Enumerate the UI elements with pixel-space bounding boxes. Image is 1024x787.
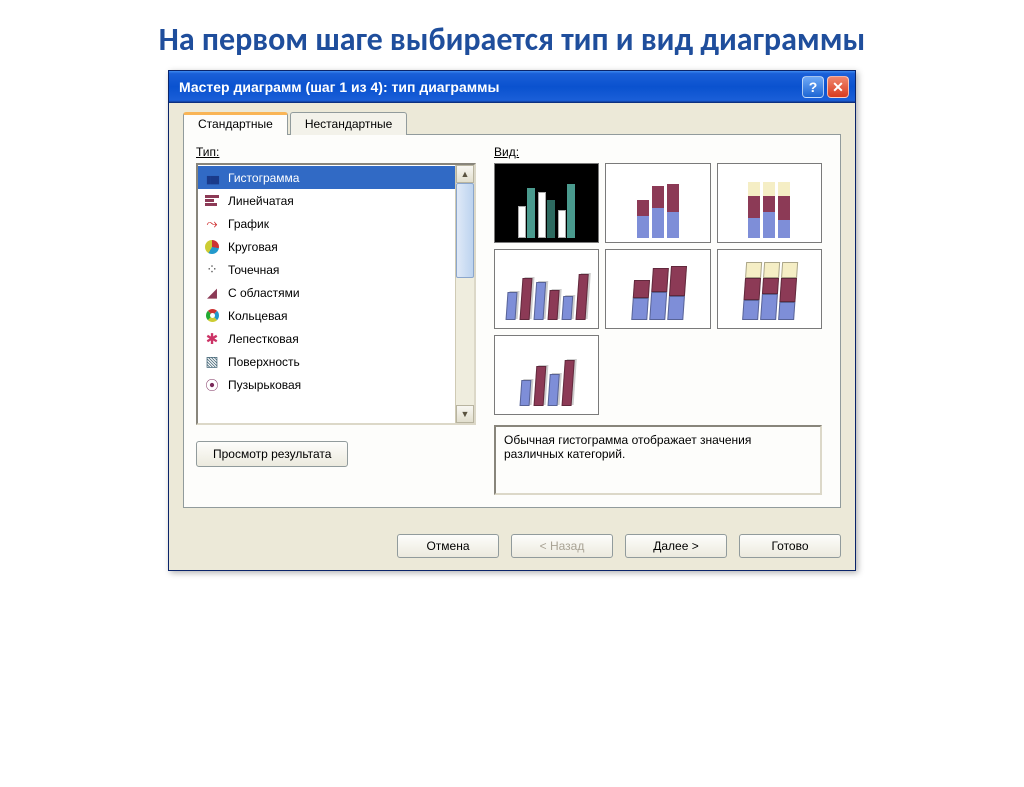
subtype-3d-stacked-column[interactable]: [605, 249, 710, 329]
surface-icon: [202, 353, 222, 371]
type-item-donut[interactable]: Кольцевая: [198, 304, 455, 327]
titlebar[interactable]: Мастер диаграмм (шаг 1 из 4): тип диагра…: [169, 71, 855, 103]
cancel-button[interactable]: Отмена: [397, 534, 499, 558]
type-item-bar[interactable]: Линейчатая: [198, 189, 455, 212]
dialog-body: Стандартные Нестандартные Тип: Гистограм…: [169, 103, 855, 522]
type-item-label: Лепестковая: [228, 332, 299, 346]
type-item-label: Круговая: [228, 240, 278, 254]
type-item-label: С областями: [228, 286, 300, 300]
pie-icon: [202, 238, 222, 256]
scatter-icon: [202, 261, 222, 279]
view-label: Вид:: [494, 145, 828, 159]
tab-content: Тип: Гистограмма Линейчатая: [183, 134, 841, 508]
scroll-track[interactable]: [456, 183, 474, 405]
type-item-line[interactable]: График: [198, 212, 455, 235]
type-item-label: Поверхность: [228, 355, 300, 369]
type-item-label: Пузырьковая: [228, 378, 301, 392]
type-column: Тип: Гистограмма Линейчатая: [196, 145, 476, 495]
type-item-label: Линейчатая: [228, 194, 294, 208]
type-item-bubble[interactable]: Пузырьковая: [198, 373, 455, 396]
type-label: Тип:: [196, 145, 476, 159]
area-icon: [202, 284, 222, 302]
type-item-label: Кольцевая: [228, 309, 287, 323]
page-heading: На первом шаге выбирается тип и вид диаг…: [40, 20, 984, 60]
type-item-label: Гистограмма: [228, 171, 299, 185]
subtype-stacked-column[interactable]: [605, 163, 710, 243]
type-item-label: Точечная: [228, 263, 279, 277]
scroll-thumb[interactable]: [456, 183, 474, 278]
next-button[interactable]: Далее >: [625, 534, 727, 558]
subtype-description: Обычная гистограмма отображает значения …: [494, 425, 822, 495]
scroll-down-button[interactable]: ▼: [456, 405, 474, 423]
subtype-3d-column[interactable]: [494, 335, 599, 415]
scroll-up-button[interactable]: ▲: [456, 165, 474, 183]
tab-custom[interactable]: Нестандартные: [290, 112, 408, 135]
tab-standard[interactable]: Стандартные: [183, 112, 288, 135]
bars-icon: [202, 169, 222, 187]
back-button[interactable]: < Назад: [511, 534, 613, 558]
bubble-icon: [202, 376, 222, 394]
chart-wizard-window: Мастер диаграмм (шаг 1 из 4): тип диагра…: [168, 70, 856, 571]
hbar-icon: [202, 192, 222, 210]
type-item-pie[interactable]: Круговая: [198, 235, 455, 258]
finish-button[interactable]: Готово: [739, 534, 841, 558]
window-title: Мастер диаграмм (шаг 1 из 4): тип диагра…: [179, 79, 799, 95]
radar-icon: [202, 330, 222, 348]
help-button[interactable]: ?: [802, 76, 824, 98]
line-icon: [202, 215, 222, 233]
subtype-3d-clustered-column[interactable]: [494, 249, 599, 329]
dialog-button-row: Отмена < Назад Далее > Готово: [169, 522, 855, 570]
type-list: Гистограмма Линейчатая График Круго: [198, 165, 455, 423]
type-item-radar[interactable]: Лепестковая: [198, 327, 455, 350]
view-grid: [494, 163, 822, 415]
preview-result-button[interactable]: Просмотр результата: [196, 441, 348, 467]
subtype-clustered-column[interactable]: [494, 163, 599, 243]
view-column: Вид:: [494, 145, 828, 495]
type-item-histogram[interactable]: Гистограмма: [198, 166, 455, 189]
list-scrollbar[interactable]: ▲ ▼: [455, 165, 474, 423]
subtype-100pct-stacked-column[interactable]: [717, 163, 822, 243]
subtype-3d-100pct-stacked-column[interactable]: [717, 249, 822, 329]
type-item-surface[interactable]: Поверхность: [198, 350, 455, 373]
type-item-area[interactable]: С областями: [198, 281, 455, 304]
donut-icon: [202, 307, 222, 325]
type-listbox[interactable]: Гистограмма Линейчатая График Круго: [196, 163, 476, 425]
type-item-scatter[interactable]: Точечная: [198, 258, 455, 281]
tab-strip: Стандартные Нестандартные: [183, 111, 841, 134]
close-button[interactable]: ✕: [827, 76, 849, 98]
type-item-label: График: [228, 217, 269, 231]
